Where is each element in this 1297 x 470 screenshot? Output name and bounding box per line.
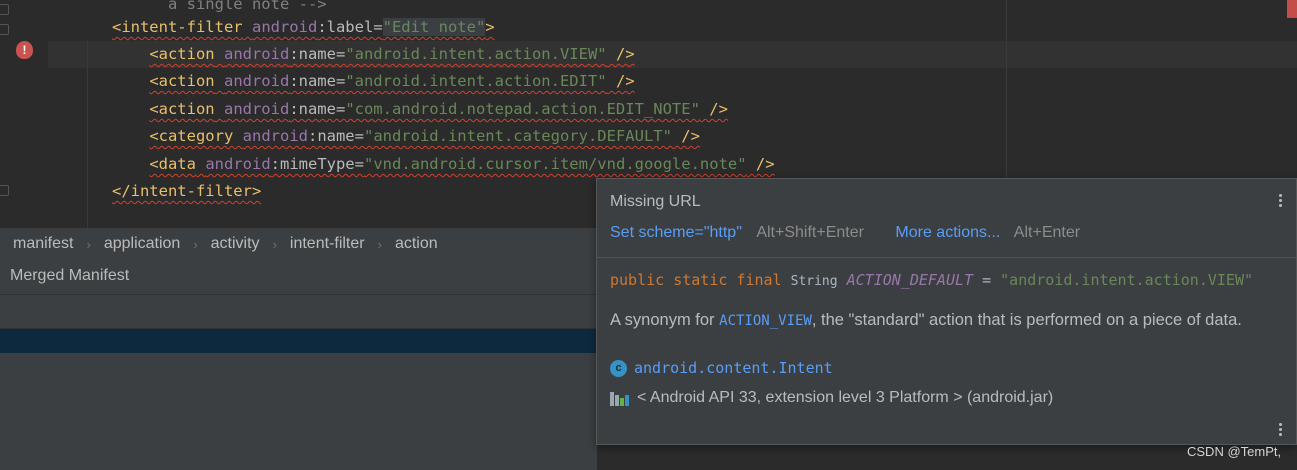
- declaration-name: ACTION_DEFAULT: [846, 271, 974, 289]
- class-name-link[interactable]: android.content.Intent: [634, 359, 833, 377]
- library-row: < Android API 33, extension level 3 Plat…: [610, 389, 1053, 407]
- xml-namespace: android: [223, 100, 290, 118]
- xml-value: "Edit note": [382, 18, 486, 36]
- set-scheme-link[interactable]: Set scheme="http": [610, 224, 742, 241]
- xml-value: "android.intent.action.EDIT": [345, 72, 607, 90]
- manifest-tree-row[interactable]: [0, 297, 597, 329]
- xml-tag-close: />: [746, 155, 775, 173]
- xml-tag-close: >: [485, 18, 495, 36]
- field-declaration: public static final String ACTION_DEFAUL…: [610, 271, 1253, 289]
- code-line-action-edit-note: <action android:name="com.android.notepa…: [0, 96, 728, 123]
- xml-tag-close: />: [671, 127, 700, 145]
- popup-divider: [597, 257, 1296, 258]
- xml-tag-close: />: [606, 45, 635, 63]
- comment-text: a single note -->: [167, 0, 327, 13]
- xml-tag: </intent-filter>: [111, 182, 262, 200]
- containing-class-row: c android.content.Intent: [610, 359, 833, 377]
- quick-documentation-popup: Missing URL Set scheme="http" Alt+Shift+…: [596, 178, 1297, 445]
- library-label: < Android API 33, extension level 3 Plat…: [637, 389, 1054, 406]
- declaration-equals: =: [982, 271, 992, 289]
- breadcrumb-item-application[interactable]: application: [91, 235, 181, 253]
- declaration-type: String: [790, 274, 838, 289]
- error-stripe-marker[interactable]: [1287, 0, 1297, 18]
- code-line-action-edit: <action android:name="android.intent.act…: [0, 68, 635, 95]
- chevron-right-icon: ›: [272, 236, 277, 252]
- xml-tag: <intent-filter: [111, 18, 243, 36]
- more-actions-shortcut: Alt+Enter: [1013, 224, 1081, 241]
- action-view-link[interactable]: ACTION_VIEW: [719, 313, 812, 329]
- code-line-action-view: <action android:name="android.intent.act…: [0, 41, 635, 68]
- watermark: CSDN @TemPt,: [1187, 444, 1282, 459]
- declaration-value: "android.intent.action.VIEW": [1000, 271, 1254, 289]
- declaration-modifiers: public static final: [610, 271, 782, 289]
- more-options-icon[interactable]: [1279, 194, 1283, 210]
- code-line-intent-filter: <intent-filter android:label="Edit note"…: [0, 14, 495, 41]
- xml-tag: <category: [149, 127, 234, 145]
- quick-fix-row: Set scheme="http" Alt+Shift+Enter More a…: [610, 224, 1080, 242]
- xml-value: "com.android.notepad.action.EDIT_NOTE": [345, 100, 700, 118]
- tab-label: Merged Manifest: [10, 267, 130, 284]
- xml-value: "android.intent.action.VIEW": [345, 45, 607, 63]
- code-line-data: <data android:mimeType="vnd.android.curs…: [0, 151, 775, 178]
- xml-attribute: :name=: [289, 45, 346, 63]
- xml-namespace: android: [223, 45, 290, 63]
- xml-namespace: android: [251, 18, 318, 36]
- xml-namespace: android: [223, 72, 290, 90]
- breadcrumb-item-manifest[interactable]: manifest: [0, 235, 73, 253]
- breadcrumb: manifest › application › activity › inte…: [0, 228, 597, 260]
- documentation-text: A synonym for ACTION_VIEW, the "standard…: [610, 310, 1270, 332]
- chevron-right-icon: ›: [377, 236, 382, 252]
- xml-tag-close: />: [699, 100, 728, 118]
- error-icon[interactable]: !: [16, 41, 33, 59]
- doc-prefix: A synonym for: [610, 311, 720, 329]
- code-line-category: <category android:name="android.intent.c…: [0, 123, 700, 150]
- breadcrumb-item-activity[interactable]: activity: [198, 235, 260, 253]
- xml-tag: <action: [149, 45, 215, 63]
- manifest-tree-area: [0, 353, 597, 470]
- xml-namespace: android: [205, 155, 271, 173]
- xml-tag: <action: [149, 72, 215, 90]
- xml-attribute: :name=: [307, 127, 364, 145]
- xml-namespace: android: [242, 127, 308, 145]
- merged-manifest-panel: Merged Manifest: [0, 260, 597, 470]
- breadcrumb-item-action[interactable]: action: [382, 235, 438, 253]
- more-options-icon[interactable]: [1279, 423, 1283, 439]
- xml-tag: <action: [149, 100, 215, 118]
- chevron-right-icon: ›: [86, 236, 91, 252]
- breadcrumb-item-intent-filter[interactable]: intent-filter: [277, 235, 365, 253]
- class-icon: c: [610, 359, 627, 377]
- library-icon: [610, 390, 630, 406]
- set-scheme-shortcut: Alt+Shift+Enter: [756, 224, 864, 241]
- xml-attribute: :name=: [289, 100, 346, 118]
- popup-title: Missing URL: [610, 193, 701, 210]
- xml-attribute: :label=: [317, 18, 383, 36]
- xml-value: "android.intent.category.DEFAULT": [363, 127, 672, 145]
- manifest-tree-row-selected[interactable]: [0, 329, 597, 353]
- more-actions-link[interactable]: More actions...: [895, 224, 1000, 241]
- doc-suffix: , the "standard" action that is performe…: [811, 311, 1242, 329]
- xml-attribute: :mimeType=: [270, 155, 364, 173]
- xml-tag: <data: [149, 155, 196, 173]
- xml-attribute: :name=: [289, 72, 346, 90]
- chevron-right-icon: ›: [193, 236, 198, 252]
- tab-merged-manifest[interactable]: Merged Manifest: [0, 260, 597, 295]
- xml-tag-close: />: [606, 72, 635, 90]
- xml-value: "vnd.android.cursor.item/vnd.google.note…: [363, 155, 747, 173]
- code-line-intent-filter-close: </intent-filter>: [0, 178, 261, 205]
